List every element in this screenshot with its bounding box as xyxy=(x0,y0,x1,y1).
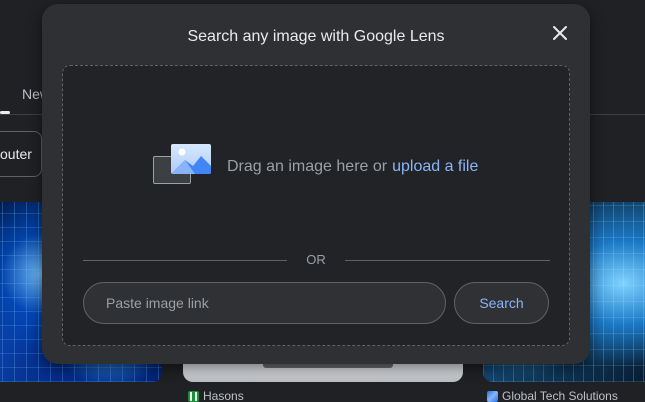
upload-file-link[interactable]: upload a file xyxy=(392,158,478,176)
or-divider-left xyxy=(83,260,287,261)
image-upload-icon xyxy=(151,144,213,190)
or-separator: OR xyxy=(306,252,326,267)
hasons-favicon-icon xyxy=(188,390,199,402)
drop-prompt: Drag an image here or upload a file xyxy=(151,144,478,190)
dialog-title: Search any image with Google Lens xyxy=(187,28,445,45)
result-source-label: Global Tech Solutions xyxy=(502,389,618,402)
close-icon xyxy=(553,26,567,40)
or-divider-right xyxy=(345,260,550,261)
lens-search-dialog: Search any image with Google Lens Drag a… xyxy=(42,4,590,364)
global-tech-solutions-favicon-icon xyxy=(487,390,498,402)
chevron-left-icon[interactable]: ‹ xyxy=(0,24,1,40)
drop-instruction: Drag an image here or xyxy=(227,158,388,175)
image-drop-zone[interactable]: Drag an image here or upload a file OR S… xyxy=(62,65,570,346)
result-source-label: Hasons xyxy=(203,389,244,402)
result-source-hasons[interactable]: Hasons xyxy=(188,389,244,402)
result-source-global-tech[interactable]: Global Tech Solutions xyxy=(487,389,618,402)
filter-chip-label: outer xyxy=(0,146,32,162)
search-button[interactable]: Search xyxy=(454,282,549,324)
close-button[interactable] xyxy=(547,20,573,46)
image-link-input[interactable] xyxy=(83,282,446,324)
google-lens-page: ‹ New outer Hasons Global Tech Solutions… xyxy=(0,0,645,402)
